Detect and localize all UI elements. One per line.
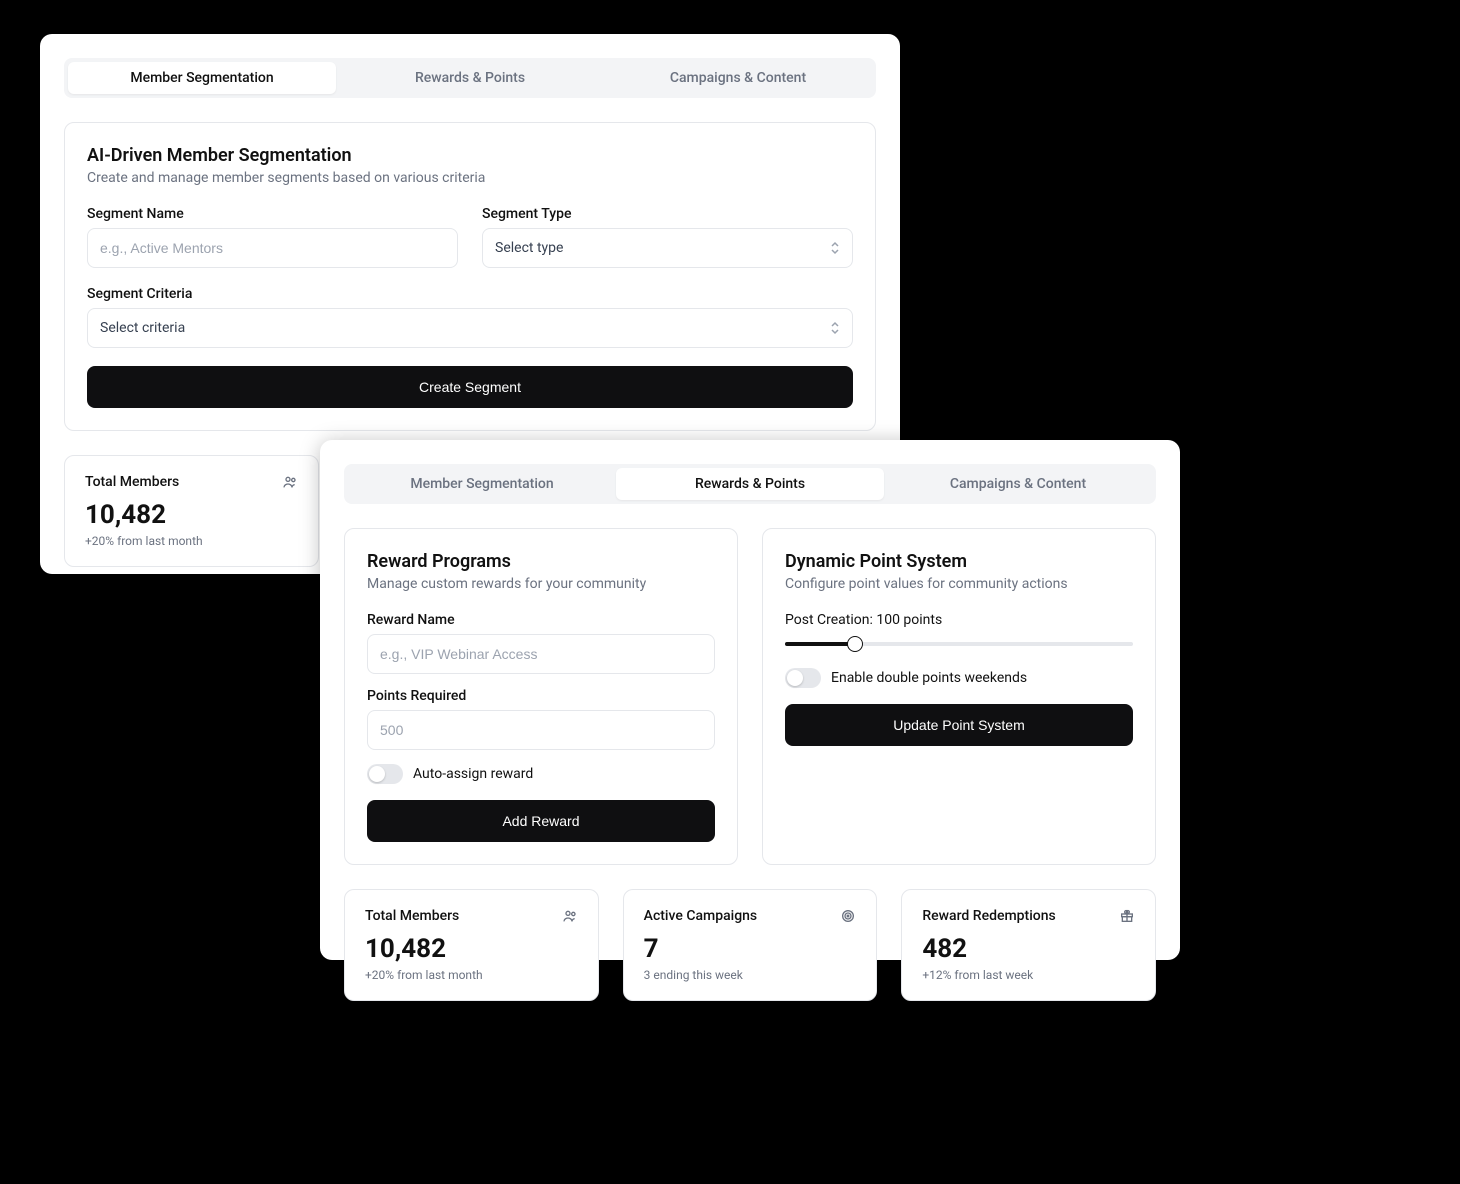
tab-rewards[interactable]: Rewards & Points bbox=[616, 468, 884, 500]
reward-name-input[interactable] bbox=[367, 634, 715, 674]
post-creation-label: Post Creation: 100 points bbox=[785, 612, 1133, 628]
card-title: Dynamic Point System bbox=[785, 551, 1133, 572]
segment-criteria-placeholder: Select criteria bbox=[100, 320, 185, 336]
segmentation-card: AI-Driven Member Segmentation Create and… bbox=[64, 122, 876, 431]
auto-assign-label: Auto-assign reward bbox=[413, 766, 533, 782]
tabs: Member Segmentation Rewards & Points Cam… bbox=[344, 464, 1156, 504]
double-points-label: Enable double points weekends bbox=[831, 670, 1027, 686]
card-title: Reward Programs bbox=[367, 551, 715, 572]
chevron-up-down-icon bbox=[830, 241, 840, 255]
auto-assign-switch[interactable] bbox=[367, 764, 403, 784]
stat-note: +20% from last month bbox=[85, 534, 298, 548]
reward-programs-card: Reward Programs Manage custom rewards fo… bbox=[344, 528, 738, 865]
segment-type-placeholder: Select type bbox=[495, 240, 563, 256]
users-icon bbox=[282, 474, 298, 490]
card-title: AI-Driven Member Segmentation bbox=[87, 145, 853, 166]
segment-criteria-label: Segment Criteria bbox=[87, 286, 853, 302]
stat-note: +12% from last week bbox=[922, 968, 1135, 982]
stat-label: Total Members bbox=[85, 474, 179, 490]
update-point-system-button[interactable]: Update Point System bbox=[785, 704, 1133, 746]
segment-name-input[interactable] bbox=[87, 228, 458, 268]
stat-label: Reward Redemptions bbox=[922, 908, 1055, 924]
reward-name-label: Reward Name bbox=[367, 612, 715, 628]
segment-criteria-select[interactable]: Select criteria bbox=[87, 308, 853, 348]
segment-name-label: Segment Name bbox=[87, 206, 458, 222]
tab-campaigns[interactable]: Campaigns & Content bbox=[604, 62, 872, 94]
stat-redemptions: Reward Redemptions 482 +12% from last we… bbox=[901, 889, 1156, 1001]
slider-thumb[interactable] bbox=[847, 636, 863, 652]
double-points-switch[interactable] bbox=[785, 668, 821, 688]
stat-active-campaigns: Active Campaigns 7 3 ending this week bbox=[623, 889, 878, 1001]
users-icon bbox=[562, 908, 578, 924]
rewards-panel: Member Segmentation Rewards & Points Cam… bbox=[320, 440, 1180, 960]
tab-segmentation[interactable]: Member Segmentation bbox=[348, 468, 616, 500]
stat-value: 10,482 bbox=[365, 934, 578, 964]
stat-note: 3 ending this week bbox=[644, 968, 857, 982]
tab-rewards[interactable]: Rewards & Points bbox=[336, 62, 604, 94]
segment-type-label: Segment Type bbox=[482, 206, 853, 222]
target-icon bbox=[840, 908, 856, 924]
point-system-card: Dynamic Point System Configure point val… bbox=[762, 528, 1156, 865]
stat-label: Active Campaigns bbox=[644, 908, 757, 924]
segment-type-select[interactable]: Select type bbox=[482, 228, 853, 268]
tabs: Member Segmentation Rewards & Points Cam… bbox=[64, 58, 876, 98]
stat-value: 7 bbox=[644, 934, 857, 964]
card-subtitle: Create and manage member segments based … bbox=[87, 170, 853, 186]
stat-total-members: Total Members 10,482 +20% from last mont… bbox=[344, 889, 599, 1001]
tab-campaigns[interactable]: Campaigns & Content bbox=[884, 468, 1152, 500]
create-segment-button[interactable]: Create Segment bbox=[87, 366, 853, 408]
points-required-input[interactable] bbox=[367, 710, 715, 750]
card-subtitle: Manage custom rewards for your community bbox=[367, 576, 715, 592]
tab-segmentation[interactable]: Member Segmentation bbox=[68, 62, 336, 94]
post-creation-slider[interactable] bbox=[785, 636, 1133, 652]
add-reward-button[interactable]: Add Reward bbox=[367, 800, 715, 842]
card-subtitle: Configure point values for community act… bbox=[785, 576, 1133, 592]
stat-value: 482 bbox=[922, 934, 1135, 964]
stat-total-members: Total Members 10,482 +20% from last mont… bbox=[64, 455, 319, 567]
chevron-up-down-icon bbox=[830, 321, 840, 335]
stat-label: Total Members bbox=[365, 908, 459, 924]
stat-value: 10,482 bbox=[85, 500, 298, 530]
gift-icon bbox=[1119, 908, 1135, 924]
points-required-label: Points Required bbox=[367, 688, 715, 704]
stat-note: +20% from last month bbox=[365, 968, 578, 982]
